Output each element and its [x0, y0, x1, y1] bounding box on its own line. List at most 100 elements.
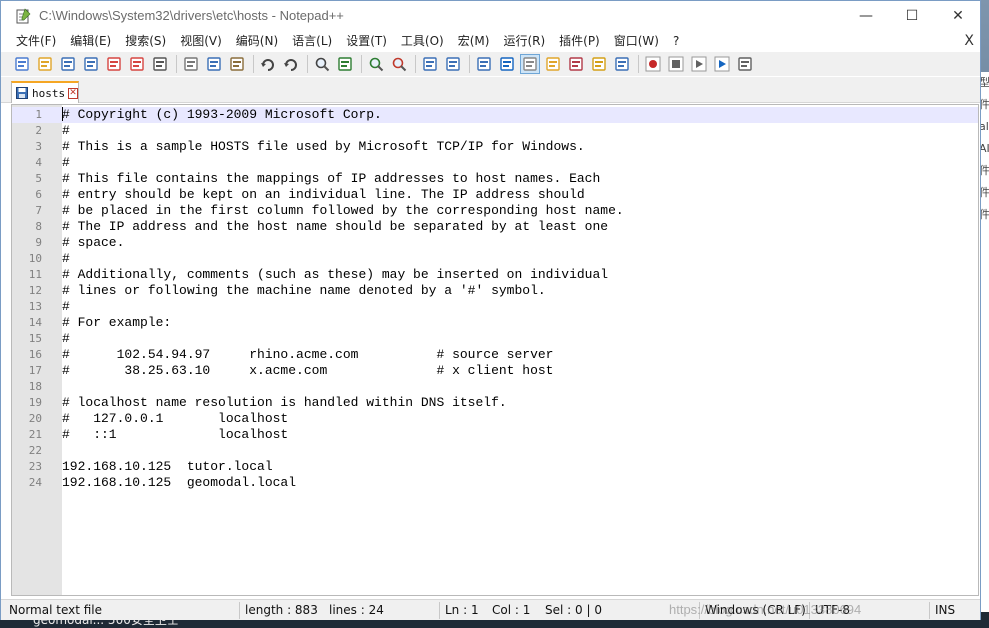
copy-icon[interactable]: [205, 55, 223, 73]
line-text: # 102.54.94.97 rhino.acme.com # source s…: [62, 347, 554, 362]
menu-item-6[interactable]: 设置(T): [339, 31, 394, 52]
line-text: # be placed in the first column followed…: [62, 203, 624, 218]
editor-line[interactable]: 15 #: [12, 331, 978, 347]
editor-line[interactable]: 16 # 102.54.94.97 rhino.acme.com # source…: [12, 347, 978, 363]
title-bar[interactable]: C:\Windows\System32\drivers\etc\hosts - …: [1, 1, 980, 31]
line-number: 7: [35, 204, 42, 217]
status-line-number: Ln : 1: [445, 603, 479, 617]
status-selection: Sel : 0 | 0: [545, 603, 602, 617]
line-number: 18: [28, 380, 42, 393]
save-macro-icon[interactable]: [736, 55, 754, 73]
menu-item-1[interactable]: 编辑(E): [63, 31, 118, 52]
editor-line[interactable]: 20 # 127.0.0.1 localhost: [12, 411, 978, 427]
editor-line[interactable]: 1 # Copyright (c) 1993-2009 Microsoft Cor…: [12, 107, 978, 123]
line-number: 1: [35, 108, 42, 121]
function-list-icon[interactable]: [567, 55, 585, 73]
play-macro-icon[interactable]: [690, 55, 708, 73]
record-macro-icon[interactable]: [644, 55, 662, 73]
replace-icon[interactable]: [336, 55, 354, 73]
redo-icon[interactable]: [282, 55, 300, 73]
cut-icon[interactable]: [182, 55, 200, 73]
editor-line[interactable]: 6 # entry should be kept on an individual…: [12, 187, 978, 203]
line-number: 20: [28, 412, 42, 425]
maximize-button[interactable]: ☐: [889, 1, 935, 31]
menu-item-11[interactable]: 窗口(W): [607, 31, 666, 52]
menu-item-4[interactable]: 编码(N): [229, 31, 285, 52]
saved-file-icon: [16, 84, 28, 103]
close-document-button[interactable]: X: [964, 31, 974, 52]
close-window-button[interactable]: ✕: [935, 1, 981, 31]
menu-item-8[interactable]: 宏(M): [451, 31, 497, 52]
toolbar-separator: [415, 55, 416, 73]
sync-horizontal-icon[interactable]: [444, 55, 462, 73]
editor-line[interactable]: 2 #: [12, 123, 978, 139]
editor-line[interactable]: 9 # space.: [12, 235, 978, 251]
save-all-icon[interactable]: [82, 55, 100, 73]
text-editor[interactable]: 1 # Copyright (c) 1993-2009 Microsoft Cor…: [11, 104, 979, 596]
toolbar: [1, 52, 980, 76]
editor-line[interactable]: 18: [12, 379, 978, 395]
menu-item-3[interactable]: 视图(V): [173, 31, 229, 52]
editor-line[interactable]: 5 # This file contains the mappings of IP…: [12, 171, 978, 187]
undo-icon[interactable]: [259, 55, 277, 73]
status-divider: [699, 602, 700, 619]
menu-item-10[interactable]: 插件(P): [552, 31, 607, 52]
close-icon[interactable]: [105, 55, 123, 73]
menu-item-7[interactable]: 工具(O): [394, 31, 451, 52]
editor-line[interactable]: 3 # This is a sample HOSTS file used by M…: [12, 139, 978, 155]
monitoring-icon[interactable]: [613, 55, 631, 73]
editor-line[interactable]: 13 #: [12, 299, 978, 315]
document-map-icon[interactable]: [544, 55, 562, 73]
line-text: # lines or following the machine name de…: [62, 283, 546, 298]
tab-close-icon[interactable]: ✕: [68, 87, 78, 99]
line-number: 15: [28, 332, 42, 345]
print-icon[interactable]: [151, 55, 169, 73]
line-number: 14: [28, 316, 42, 329]
editor-line[interactable]: 19 # localhost name resolution is handled…: [12, 395, 978, 411]
sync-vertical-icon[interactable]: [421, 55, 439, 73]
toolbar-separator: [469, 55, 470, 73]
editor-line[interactable]: 8 # The IP address and the host name shou…: [12, 219, 978, 235]
editor-line[interactable]: 4 #: [12, 155, 978, 171]
minimize-button[interactable]: —: [843, 1, 889, 31]
line-text: # This file contains the mappings of IP …: [62, 171, 601, 186]
menu-item-12[interactable]: ?: [666, 31, 686, 52]
zoom-out-icon[interactable]: [390, 55, 408, 73]
menu-item-2[interactable]: 搜索(S): [118, 31, 173, 52]
line-number: 4: [35, 156, 42, 169]
editor-line[interactable]: 17 # 38.25.63.10 x.acme.com # x client ho…: [12, 363, 978, 379]
find-icon[interactable]: [313, 55, 331, 73]
play-macro-multiple-icon[interactable]: [713, 55, 731, 73]
close-all-icon[interactable]: [128, 55, 146, 73]
indent-guide-icon[interactable]: [520, 54, 540, 74]
line-text: # localhost name resolution is handled w…: [62, 395, 507, 410]
editor-line[interactable]: 12 # lines or following the machine name …: [12, 283, 978, 299]
open-file-icon[interactable]: [36, 55, 54, 73]
stop-macro-icon[interactable]: [667, 55, 685, 73]
paste-icon[interactable]: [228, 55, 246, 73]
editor-line[interactable]: 21 # ::1 localhost: [12, 427, 978, 443]
line-text: 192.168.10.125 geomodal.local: [62, 475, 297, 490]
save-icon[interactable]: [59, 55, 77, 73]
menu-item-0[interactable]: 文件(F): [9, 31, 63, 52]
show-all-characters-icon[interactable]: [498, 55, 516, 73]
line-text: #: [62, 251, 70, 266]
editor-line[interactable]: 11 # Additionally, comments (such as thes…: [12, 267, 978, 283]
status-file-type: Normal text file: [9, 603, 103, 617]
zoom-in-icon[interactable]: [367, 55, 385, 73]
editor-line[interactable]: 7 # be placed in the first column followe…: [12, 203, 978, 219]
menu-item-9[interactable]: 运行(R): [496, 31, 552, 52]
line-number: 9: [35, 236, 42, 249]
editor-line[interactable]: 24 192.168.10.125 geomodal.local: [12, 475, 978, 491]
tab-hosts[interactable]: hosts ✕: [11, 81, 79, 103]
editor-line[interactable]: 22: [12, 443, 978, 459]
new-file-icon[interactable]: [13, 55, 31, 73]
folder-as-workspace-icon[interactable]: [590, 55, 608, 73]
status-bar: Normal text file length : 883 lines : 24…: [1, 599, 980, 620]
line-text: #: [62, 155, 70, 170]
editor-line[interactable]: 23 192.168.10.125 tutor.local: [12, 459, 978, 475]
editor-line[interactable]: 14 # For example:: [12, 315, 978, 331]
menu-item-5[interactable]: 语言(L): [285, 31, 339, 52]
word-wrap-icon[interactable]: [475, 55, 493, 73]
editor-line[interactable]: 10 #: [12, 251, 978, 267]
